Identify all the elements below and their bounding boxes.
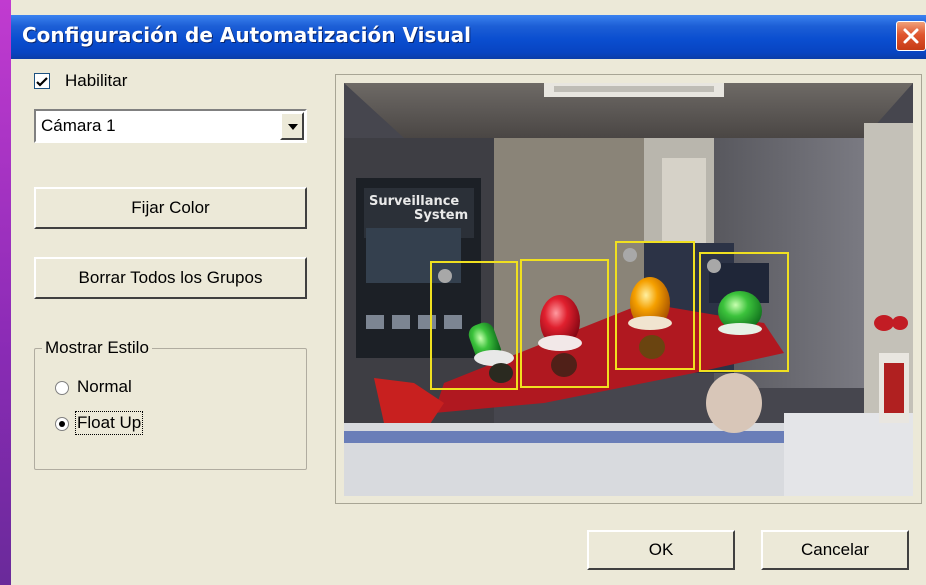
display-style-title: Mostrar Estilo <box>42 338 152 358</box>
video-frame: Surveillance System <box>335 74 922 504</box>
close-button[interactable] <box>896 21 926 51</box>
camera-select[interactable]: Cámara 1 <box>34 109 307 143</box>
desktop-edge <box>0 0 11 585</box>
close-icon <box>903 28 919 44</box>
enable-label[interactable]: Habilitar <box>65 71 127 91</box>
poster-text-line1: Surveillance <box>369 194 459 209</box>
camera-select-value: Cámara 1 <box>41 116 116 135</box>
radio-float-up[interactable] <box>55 417 69 431</box>
title-bar[interactable]: Configuración de Automatización Visual <box>11 15 926 59</box>
radio-normal[interactable] <box>55 381 69 395</box>
set-color-button[interactable]: Fijar Color <box>34 187 307 229</box>
checkmark-icon <box>36 77 48 87</box>
radio-normal-label[interactable]: Normal <box>77 377 132 397</box>
group-marker-4 <box>707 259 721 273</box>
poster-text-line2: System <box>414 208 468 223</box>
display-style-group <box>34 348 307 470</box>
dialog-body: Habilitar Cámara 1 Fijar Color Borrar To… <box>11 59 926 585</box>
ok-button[interactable]: OK <box>587 530 735 570</box>
radio-float-up-label[interactable]: Float Up <box>74 411 144 435</box>
enable-checkbox[interactable] <box>34 73 50 89</box>
radio-selected-dot <box>59 421 65 427</box>
ok-button-label: OK <box>648 540 674 559</box>
set-color-button-label: Fijar Color <box>131 198 210 217</box>
camera-scene-image: Surveillance System <box>344 83 913 496</box>
clear-all-groups-button-label: Borrar Todos los Grupos <box>78 268 263 287</box>
window-title: Configuración de Automatización Visual <box>22 23 471 47</box>
group-marker-3 <box>623 248 637 262</box>
clear-all-groups-button[interactable]: Borrar Todos los Grupos <box>34 257 307 299</box>
chevron-down-icon <box>288 124 298 130</box>
beacon-green-2 <box>718 291 762 335</box>
cancel-button-label: Cancelar <box>800 540 870 559</box>
camera-select-dropdown-button[interactable] <box>280 112 304 140</box>
cancel-button[interactable]: Cancelar <box>761 530 909 570</box>
group-marker-1 <box>438 269 452 283</box>
camera-video-preview[interactable]: Surveillance System <box>344 83 913 496</box>
